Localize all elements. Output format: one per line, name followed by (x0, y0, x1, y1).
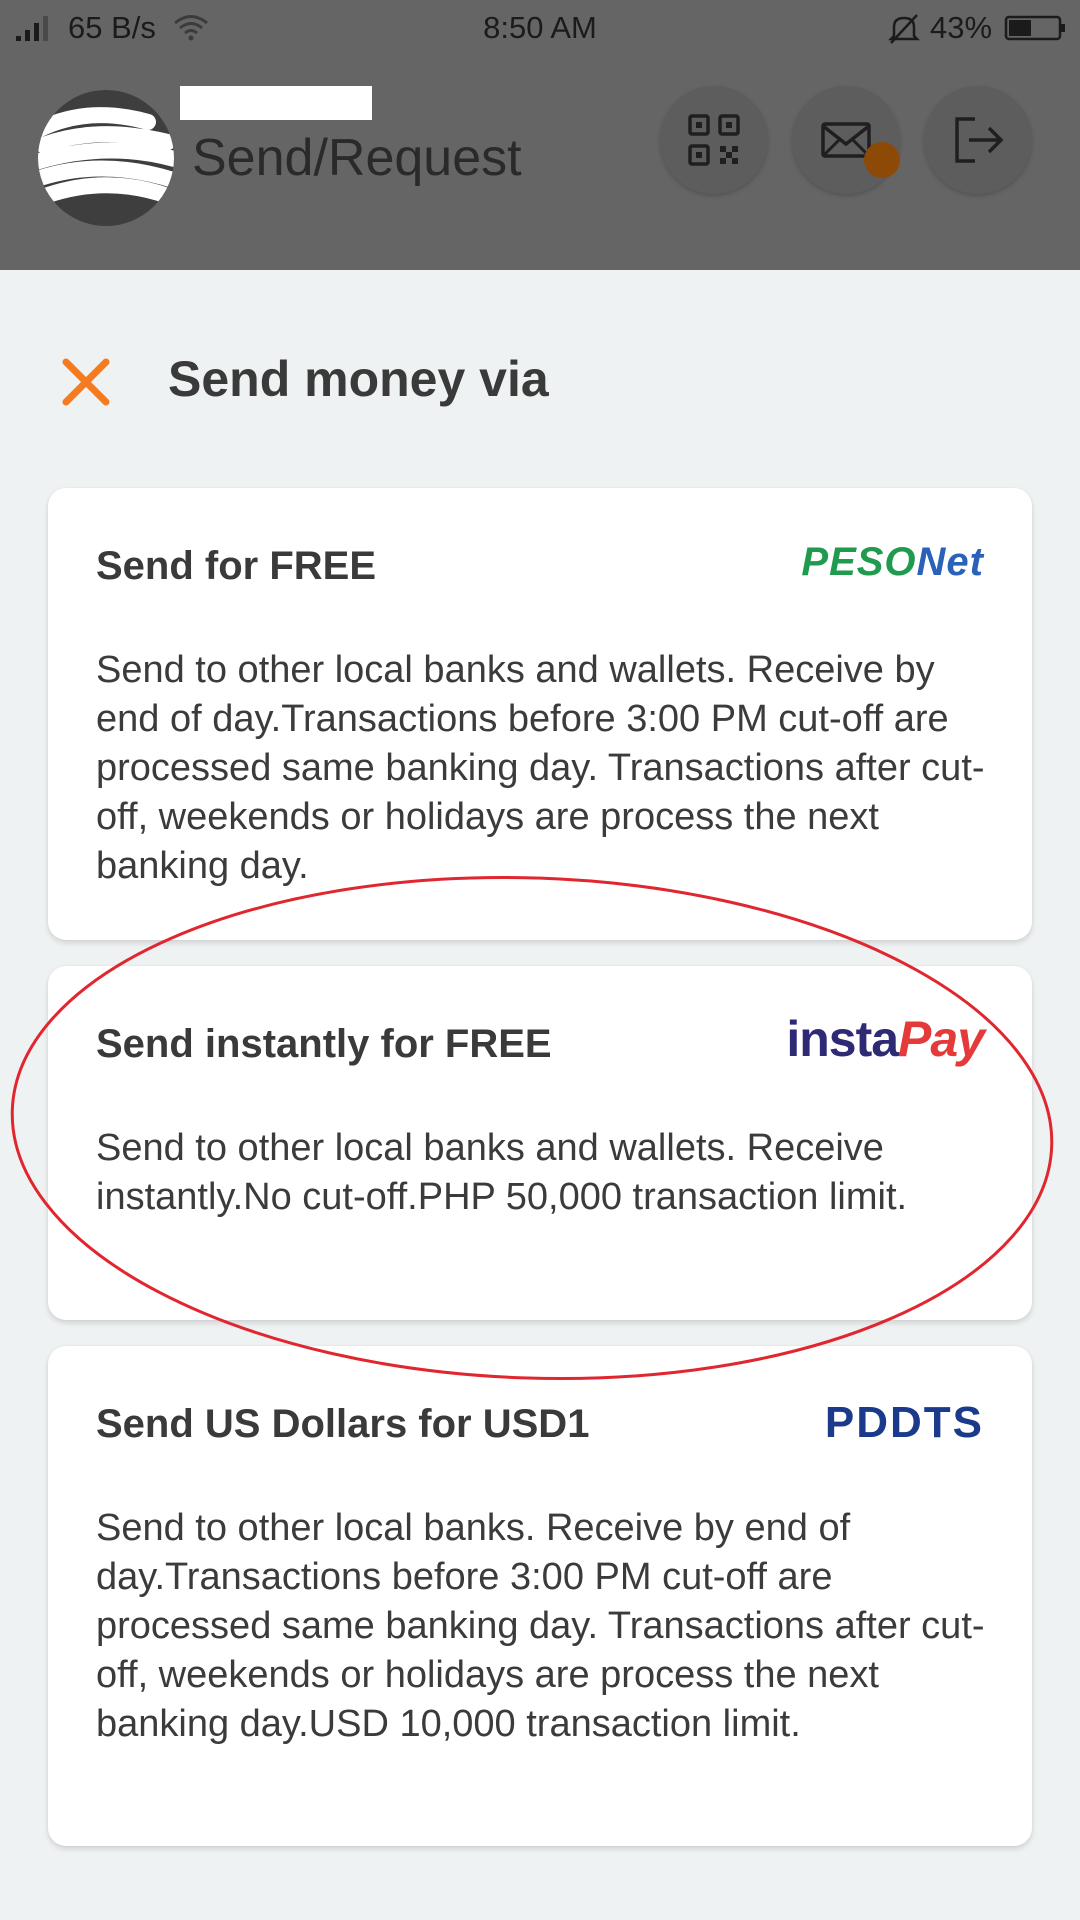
avatar[interactable] (38, 90, 174, 226)
pesonet-logo-part: PESO (801, 540, 917, 584)
option-description: Send to other local banks and wallets. R… (96, 649, 985, 887)
option-title: Send instantly for FREE (96, 1022, 552, 1066)
option-card-pesonet[interactable]: Send for FREE PESONet Send to other loca… (48, 488, 1032, 940)
logout-icon (955, 117, 1004, 163)
option-title: Send for FREE (96, 544, 377, 588)
logout-button[interactable] (924, 86, 1032, 194)
pesonet-logo: PESONet (801, 540, 984, 585)
sheet-title: Send money via (168, 351, 549, 407)
redacted-username (180, 86, 372, 120)
option-card-pddts[interactable]: Send US Dollars for USD1 PDDTS Send to o… (48, 1346, 1032, 1846)
option-title: Send US Dollars for USD1 (96, 1402, 590, 1446)
option-card-instapay[interactable]: Send instantly for FREE instaPay Send to… (48, 966, 1032, 1320)
muted-bell-icon (888, 14, 920, 44)
battery-icon (1004, 15, 1065, 41)
battery-percent: 43% (930, 10, 993, 45)
instapay-logo-part: insta (786, 1011, 899, 1067)
page-title: Send/Request (192, 129, 522, 187)
qr-code-icon (688, 114, 740, 166)
option-description: Send to other local banks and wallets. R… (96, 1127, 908, 1218)
status-bar: 65 B/s 8:50 AM 43% (0, 0, 1080, 56)
app-header: Send/Request (0, 56, 1080, 270)
pesonet-logo-part: Net (916, 540, 984, 584)
redaction-scribble (38, 107, 174, 204)
notification-badge (864, 142, 900, 178)
close-icon[interactable] (60, 356, 112, 408)
pddts-logo: PDDTS (824, 1398, 984, 1447)
option-description: Send to other local banks. Receive by en… (96, 1507, 985, 1745)
qr-code-button[interactable] (660, 86, 768, 194)
instapay-logo: instaPay (786, 1010, 985, 1068)
instapay-logo-part: Pay (898, 1011, 985, 1067)
